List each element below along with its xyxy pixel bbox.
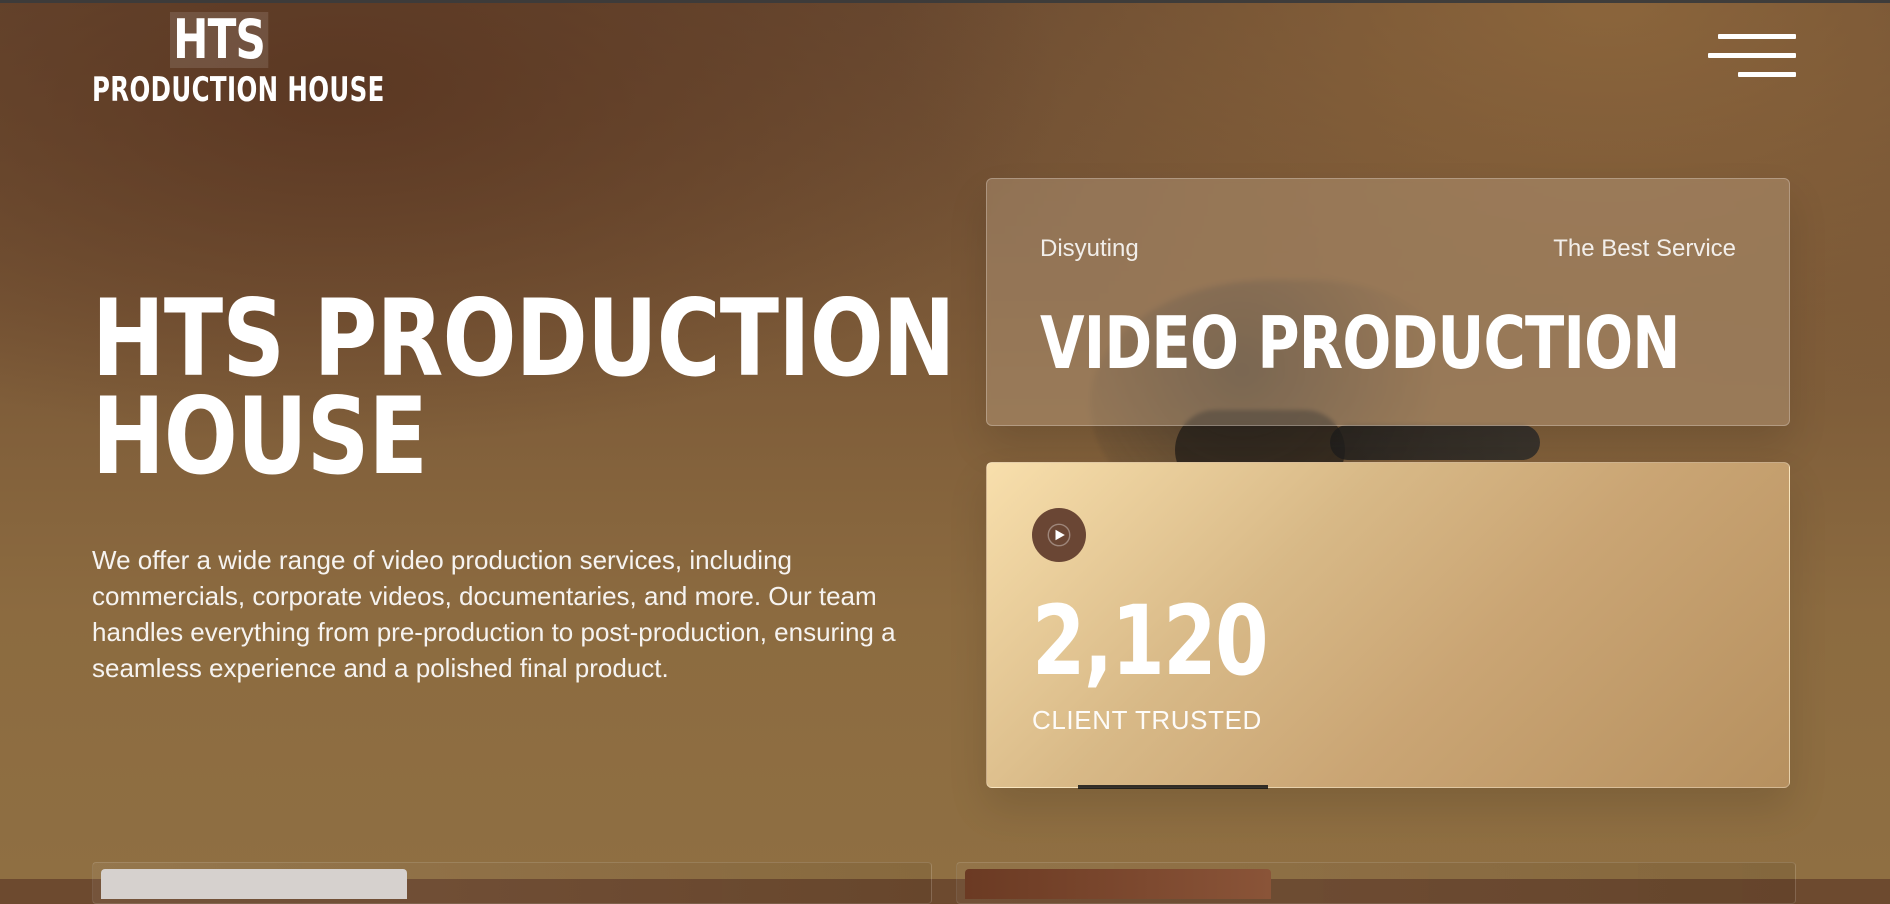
bottom-preview-card-1[interactable]	[92, 862, 932, 904]
menu-button[interactable]	[1708, 34, 1796, 80]
stats-card: 2,120 CLIENT TRUSTED	[986, 462, 1790, 788]
play-button[interactable]	[1032, 508, 1086, 562]
camera-lens-shape	[1330, 425, 1540, 460]
menu-line-3	[1738, 72, 1796, 77]
hero-page: HTS PRODUCTION HOUSE HTS PRODUCTION HOUS…	[0, 0, 1890, 904]
client-count: 2,120	[1032, 585, 1269, 697]
bottom-preview-thumbnail-1	[101, 869, 407, 899]
client-count-label: CLIENT TRUSTED	[1032, 705, 1262, 735]
service-card: Disyuting The Best Service VIDEO PRODUCT…	[986, 178, 1790, 426]
menu-line-1	[1718, 34, 1796, 39]
play-icon	[1047, 523, 1071, 547]
hero-description: We offer a wide range of video productio…	[92, 545, 896, 683]
service-card-title: VIDEO PRODUCTION	[1040, 301, 1680, 385]
logo[interactable]: HTS PRODUCTION HOUSE	[92, 10, 384, 111]
logo-subtitle: PRODUCTION HOUSE	[92, 70, 385, 110]
top-border	[0, 0, 1890, 3]
logo-hts: HTS	[170, 12, 269, 68]
menu-line-2	[1708, 53, 1796, 58]
service-card-right-label: The Best Service	[1553, 235, 1736, 262]
bottom-preview-card-2[interactable]	[956, 862, 1796, 904]
hero-title: HTS PRODUCTION HOUSE	[92, 277, 956, 498]
underline-accent	[1078, 785, 1268, 789]
bottom-preview-thumbnail-2	[965, 869, 1271, 899]
service-card-left-label: Disyuting	[1040, 235, 1139, 262]
